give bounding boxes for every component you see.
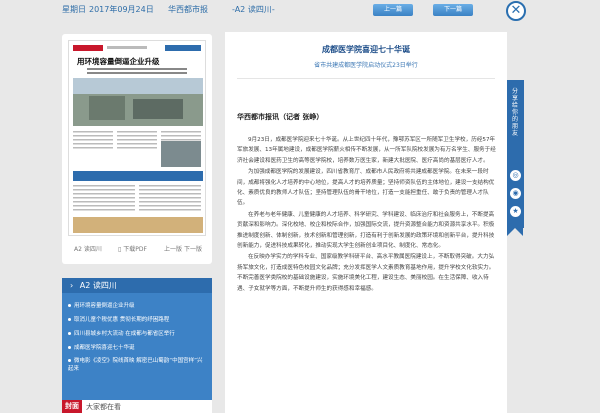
section-list-item[interactable]: 用环境容量倒逼企业升级 xyxy=(68,301,135,309)
section-list-item[interactable]: 成都医学院喜迎七十华诞 xyxy=(68,343,135,351)
prev-article-button[interactable]: 上一篇 xyxy=(373,4,413,16)
section-list-item[interactable]: 四川县城乡村大流动 在成都与都省区举行 xyxy=(68,329,175,337)
prev-page-link[interactable]: 上一版 xyxy=(164,244,182,253)
article-paragraph: 为加强成都医学院的发展建设，四川省教育厅、成都市人民政府将共建成都医学院。在未来… xyxy=(237,169,495,207)
page-thumbnail[interactable]: 用环境容量倒逼企业升级 xyxy=(68,40,206,236)
weibo-icon[interactable]: ◉ xyxy=(510,188,521,199)
close-icon: ✕ xyxy=(510,3,522,18)
date: 2017年09月24日 xyxy=(89,5,154,14)
cover-label: 封面 xyxy=(62,400,82,413)
cover-tab[interactable]: 封面 大家都在看 xyxy=(62,400,212,413)
share-bar: 分享给你的朋友 ◎ ◉ ★ xyxy=(507,80,524,228)
thumb-headline: 用环境容量倒逼企业升级 xyxy=(77,56,160,66)
newspaper-name: 华西都市报 xyxy=(168,5,208,14)
section-list-item[interactable]: 微电影《凌空》院线首映 解密巴山蜀韵“中国宫样”兴起来 xyxy=(68,357,206,373)
newspaper-page-preview: 用环境容量倒逼企业升级 xyxy=(73,45,203,233)
trending-label: 大家都在看 xyxy=(86,403,121,411)
article-lead: 华西都市报讯（记者 张峥） xyxy=(237,113,324,121)
article-paragraph: 9月23日，成都医学院迎来七十华诞。从上世纪四十年代，豫鄂苏军区一所随军卫生学校… xyxy=(237,137,496,164)
article-body: 9月23日，成都医学院迎来七十华诞。从上世纪四十年代，豫鄂苏军区一所随军卫生学校… xyxy=(237,135,497,295)
qzone-icon[interactable]: ★ xyxy=(510,206,521,217)
section-article-list: 用环境容量倒逼企业升级 取消儿童个税优惠 贯彻长期的纾困路程 四川县城乡村大流动… xyxy=(62,293,212,413)
weekday: 星期日 xyxy=(62,5,86,14)
chevron-right-icon: › xyxy=(70,281,74,290)
article-panel: 成都医学院喜迎七十华诞 省市共建成都医学院启动仪式23日举行 华西都市报讯（记者… xyxy=(225,32,507,413)
divider xyxy=(237,78,495,79)
section-header[interactable]: › A2 读四川 xyxy=(62,278,212,293)
thumbnail-footer: A2 读四川 ▯ 下载PDF 上一版 下一版 xyxy=(68,240,206,260)
thumb-edition-label: A2 读四川 xyxy=(74,246,102,253)
wechat-icon[interactable]: ◎ xyxy=(510,170,521,181)
share-bar-tip xyxy=(507,228,523,236)
article-paragraph: 在养老与老年健康、儿童健康的人才培养、科学研究、学科建设、临床治疗和社会服务上，… xyxy=(237,211,495,250)
article-title: 成都医学院喜迎七十华诞 xyxy=(322,45,410,54)
page-thumbnail-card: 用环境容量倒逼企业升级 A2 读四川 ▯ 下载PDF 上一版 下一版 xyxy=(62,34,212,264)
next-page-link[interactable]: 下一版 xyxy=(184,244,202,253)
section-list-item[interactable]: 取消儿童个税优惠 贯彻长期的纾困路程 xyxy=(68,315,169,323)
share-label: 分享给你的朋友 xyxy=(512,88,519,137)
close-button[interactable]: ✕ xyxy=(506,1,526,21)
next-article-button[interactable]: 下一篇 xyxy=(433,4,473,16)
edition-label: -A2 读四川- xyxy=(232,5,275,14)
article-subtitle: 省市共建成都医学院启动仪式23日举行 xyxy=(314,62,418,69)
article-paragraph: 在反映办学实力的学科专业、国家级教学科研平台、高水平教属医院建设上，不断取得突破… xyxy=(237,254,495,292)
download-pdf-link[interactable]: ▯ 下载PDF xyxy=(118,244,147,253)
top-bar: 星期日 2017年09月24日 华西都市报 -A2 读四川- 上一篇 下一篇 ✕ xyxy=(0,0,600,22)
